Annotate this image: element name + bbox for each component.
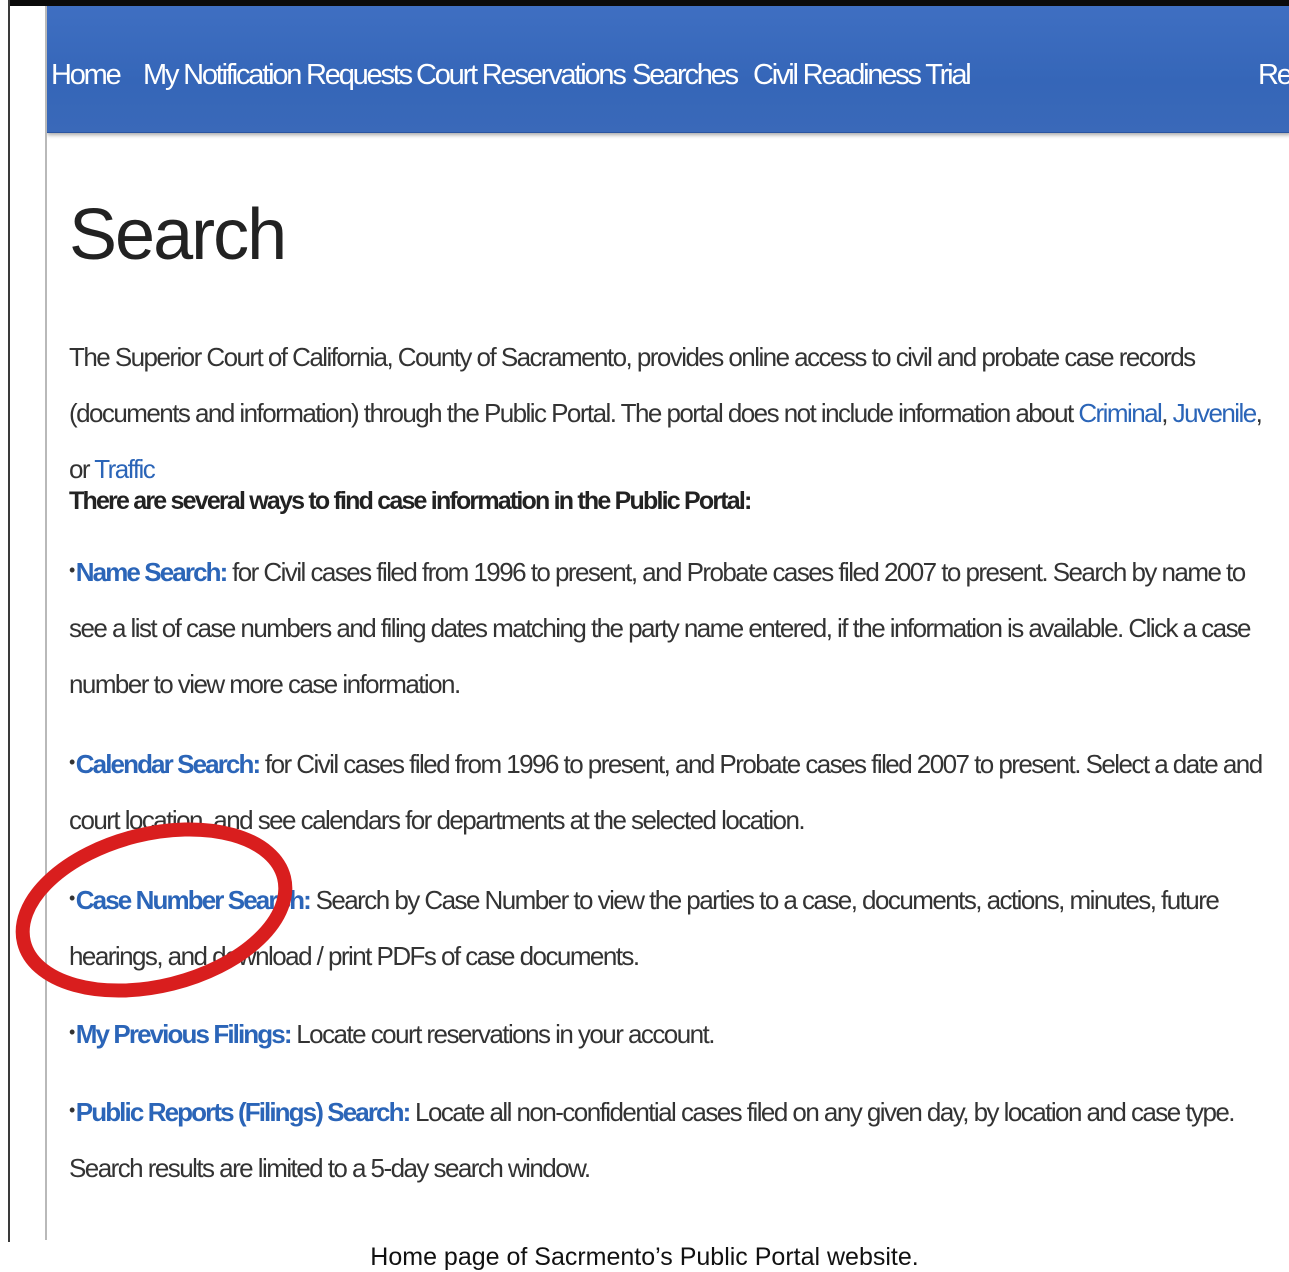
- bullet-dot: •: [69, 1100, 75, 1120]
- link-calendar-search[interactable]: Calendar Search:: [76, 749, 261, 779]
- frame-left-border: [8, 0, 10, 1272]
- bullet-my-previous-filings: •My Previous Filings: Locate court reser…: [69, 1006, 1279, 1062]
- cut-off-text-line: [69, 1224, 1279, 1240]
- bullet-public-reports-search: •Public Reports (Filings) Search: Locate…: [69, 1084, 1279, 1196]
- nav-home[interactable]: Home: [51, 58, 122, 92]
- nav-truncated-item[interactable]: Ret: [1258, 58, 1289, 92]
- bullet-name-search: •Name Search: for Civil cases filed from…: [69, 544, 1279, 712]
- bullet-dot: •: [69, 752, 75, 772]
- bullet-calendar-search: •Calendar Search: for Civil cases filed …: [69, 736, 1279, 848]
- bullet-dot: •: [69, 560, 75, 580]
- page-title: Search: [69, 195, 287, 275]
- bullet-dot: •: [69, 888, 75, 908]
- bullet-case-number-search: •Case Number Search: Search by Case Numb…: [69, 872, 1279, 984]
- link-my-previous-filings[interactable]: My Previous Filings:: [76, 1019, 293, 1049]
- nav-my-notification-requests[interactable]: My Notification Requests: [143, 58, 413, 92]
- my-previous-filings-description: Locate court reservations in your accoun…: [290, 1019, 715, 1049]
- link-criminal[interactable]: Criminal: [1078, 398, 1163, 428]
- link-case-number-search[interactable]: Case Number Search:: [76, 885, 312, 915]
- nav-court-reservations[interactable]: Court Reservations: [416, 58, 627, 92]
- bullet-dot: •: [69, 1022, 75, 1042]
- link-juvenile[interactable]: Juvenile: [1173, 398, 1258, 428]
- figure-caption: Home page of Sacrmento’s Public Portal w…: [0, 1242, 1289, 1272]
- intro-text: The Superior Court of California, County…: [69, 342, 1196, 428]
- portal-page: Home My Notification Requests Court Rese…: [45, 6, 1289, 1240]
- top-navbar: Home My Notification Requests Court Rese…: [47, 6, 1289, 133]
- name-search-description: for Civil cases filed from 1996 to prese…: [69, 557, 1252, 699]
- intro-separator-1: ,: [1161, 398, 1173, 428]
- screenshot-figure: Home My Notification Requests Court Rese…: [0, 0, 1289, 1272]
- link-name-search[interactable]: Name Search:: [76, 557, 229, 587]
- ways-heading: There are several ways to find case info…: [69, 487, 752, 515]
- intro-paragraph: The Superior Court of California, County…: [69, 329, 1279, 497]
- nav-searches[interactable]: Searches: [632, 58, 739, 92]
- link-public-reports-search[interactable]: Public Reports (Filings) Search:: [76, 1097, 411, 1127]
- nav-civil-readiness-trial[interactable]: Civil Readiness Trial: [753, 58, 972, 92]
